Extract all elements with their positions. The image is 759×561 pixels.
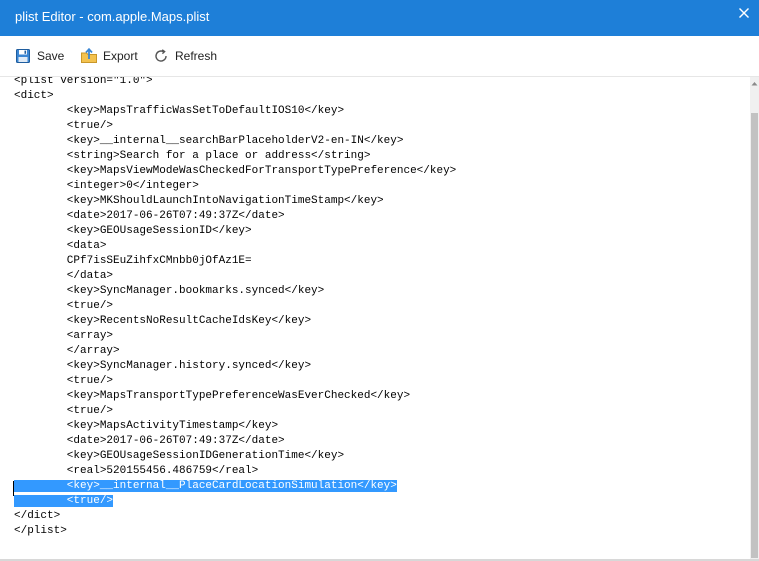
scroll-up-arrow[interactable] bbox=[750, 77, 759, 89]
text-caret bbox=[13, 481, 14, 496]
code-line: <key>MKShouldLaunchIntoNavigationTimeSta… bbox=[14, 195, 384, 207]
code-line: <true/> bbox=[14, 405, 114, 417]
save-label: Save bbox=[37, 49, 65, 63]
xml-text-editor[interactable]: <plist version="1.0"> <dict> <key>MapsTra… bbox=[0, 77, 750, 561]
code-line: <key>GEOUsageSessionID</key> bbox=[14, 225, 252, 237]
refresh-icon bbox=[152, 47, 170, 65]
code-line: <array> bbox=[14, 330, 114, 342]
code-line: </plist> bbox=[14, 525, 67, 537]
code-line: <key>GEOUsageSessionIDGenerationTime</ke… bbox=[14, 450, 345, 462]
selected-code-line: <key>__internal__PlaceCardLocationSimula… bbox=[14, 479, 456, 494]
code-line: <key>MapsTrafficWasSetToDefaultIOS10</ke… bbox=[14, 105, 345, 117]
save-button[interactable]: Save bbox=[14, 45, 64, 67]
editor-content: <plist version="1.0"> <dict> <key>MapsTra… bbox=[14, 77, 456, 539]
code-line: </data> bbox=[14, 270, 114, 282]
export-folder-icon bbox=[80, 47, 98, 65]
code-line: <true/> bbox=[14, 120, 114, 132]
code-line: <real>520155456.486759</real> bbox=[14, 465, 259, 477]
code-line: <date>2017-06-26T07:49:37Z</date> bbox=[14, 210, 285, 222]
selected-text: <key>__internal__PlaceCardLocationSimula… bbox=[14, 480, 397, 492]
toolbar: Save Export Refresh bbox=[0, 36, 759, 77]
chevron-up-icon bbox=[751, 81, 758, 85]
code-line: <key>RecentsNoResultCacheIdsKey</key> bbox=[14, 315, 312, 327]
refresh-label: Refresh bbox=[175, 49, 218, 63]
close-icon bbox=[739, 8, 749, 18]
code-line: <data> bbox=[14, 240, 107, 252]
code-line: <string>Search for a place or address</s… bbox=[14, 150, 371, 162]
code-line: <true/> bbox=[14, 375, 114, 387]
code-line: <key>MapsActivityTimestamp</key> bbox=[14, 420, 279, 432]
code-line: <key>SyncManager.bookmarks.synced</key> bbox=[14, 285, 325, 297]
code-line: </array> bbox=[14, 345, 120, 357]
code-line: <dict> bbox=[14, 90, 54, 102]
vertical-scrollbar[interactable] bbox=[750, 77, 759, 561]
floppy-disk-icon bbox=[14, 47, 32, 65]
code-line: <key>MapsTransportTypePreferenceWasEverC… bbox=[14, 390, 411, 402]
code-line: <key>SyncManager.history.synced</key> bbox=[14, 360, 312, 372]
code-line: <date>2017-06-26T07:49:37Z</date> bbox=[14, 435, 285, 447]
code-line: <true/> bbox=[14, 300, 114, 312]
plist-editor-window: plist Editor - com.apple.Maps.plist Save bbox=[0, 0, 759, 561]
export-label: Export bbox=[103, 49, 138, 63]
title-bar: plist Editor - com.apple.Maps.plist bbox=[0, 0, 759, 36]
window-title: plist Editor - com.apple.Maps.plist bbox=[15, 9, 210, 24]
close-button[interactable] bbox=[729, 0, 759, 26]
code-line: <key>__internal__searchBarPlaceholderV2-… bbox=[14, 135, 404, 147]
code-line: CPf7isSEuZihfxCMnbb0jOfAz1E= bbox=[14, 255, 252, 267]
code-line: <integer>0</integer> bbox=[14, 180, 199, 192]
selected-text: <true/> bbox=[14, 495, 114, 507]
code-line: </dict> bbox=[14, 510, 61, 522]
scrollbar-thumb[interactable] bbox=[751, 113, 758, 558]
refresh-button[interactable]: Refresh bbox=[152, 45, 217, 67]
export-button[interactable]: Export bbox=[80, 45, 138, 67]
code-line: <plist version="1.0"> bbox=[14, 77, 153, 87]
code-line: <key>MapsViewModeWasCheckedForTransportT… bbox=[14, 165, 457, 177]
selected-code-line: <true/> bbox=[14, 494, 456, 509]
